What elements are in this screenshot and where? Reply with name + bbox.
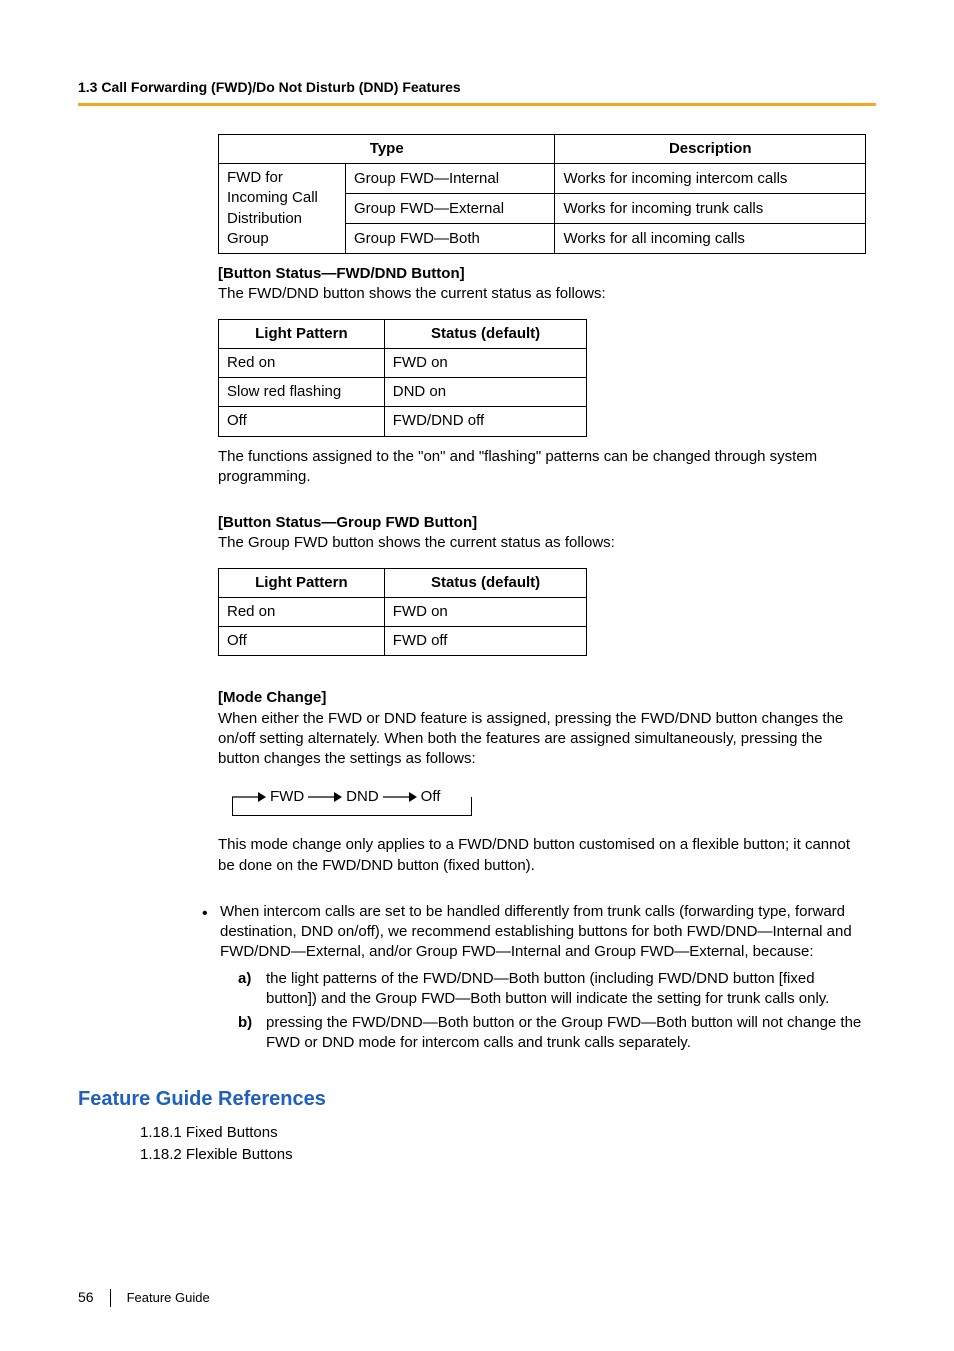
reference-item: 1.18.1 Fixed Buttons — [140, 1123, 876, 1143]
bullet-text: When intercom calls are set to be handle… — [220, 902, 866, 963]
col-status: Status (default) — [384, 568, 587, 597]
cell-status: FWD on — [384, 348, 587, 377]
cell-status: FWD off — [384, 627, 587, 656]
sub-text: pressing the FWD/DND—Both button or the … — [266, 1013, 866, 1054]
mode-change-diagram: FWD DND Off — [232, 777, 472, 817]
cell-desc: Works for all incoming calls — [555, 224, 866, 254]
col-light-pattern: Light Pattern — [219, 568, 385, 597]
subheading-group-fwd: [Button Status—Group FWD Button] — [218, 513, 866, 533]
references-list: 1.18.1 Fixed Buttons 1.18.2 Flexible But… — [78, 1123, 876, 1166]
cell-type: Group FWD—Both — [346, 224, 555, 254]
col-status: Status (default) — [384, 319, 587, 348]
sub-item-b: b) pressing the FWD/DND—Both button or t… — [238, 1013, 866, 1054]
page-footer: 56 Feature Guide — [78, 1288, 210, 1307]
cell-status: FWD on — [384, 597, 587, 626]
intro-fwd-dnd: The FWD/DND button shows the current sta… — [218, 284, 866, 304]
footer-divider — [110, 1289, 111, 1307]
intro-group-fwd: The Group FWD button shows the current s… — [218, 533, 866, 553]
col-light-pattern: Light Pattern — [219, 319, 385, 348]
col-description: Description — [555, 134, 866, 163]
sub-text: the light patterns of the FWD/DND—Both b… — [266, 969, 866, 1010]
col-type: Type — [219, 134, 555, 163]
table-row: Red on FWD on — [219, 348, 587, 377]
table-row: FWD for Incoming Call Distribution Group… — [219, 164, 866, 194]
table-row: Off FWD/DND off — [219, 407, 587, 436]
references-heading: Feature Guide References — [78, 1086, 876, 1113]
sub-item-a: a) the light patterns of the FWD/DND—Bot… — [238, 969, 866, 1010]
cell-pattern: Off — [219, 627, 385, 656]
fwd-type-table: Type Description FWD for Incoming Call D… — [218, 134, 866, 254]
cell-pattern: Slow red flashing — [219, 378, 385, 407]
subheading-fwd-dnd: [Button Status—FWD/DND Button] — [218, 264, 866, 284]
cell-type: Group FWD—Internal — [346, 164, 555, 194]
table-row: Off FWD off — [219, 627, 587, 656]
reference-item: 1.18.2 Flexible Buttons — [140, 1145, 876, 1165]
section-title: 1.3 Call Forwarding (FWD)/Do Not Disturb… — [78, 78, 876, 103]
mode-change-p1: When either the FWD or DND feature is as… — [218, 709, 866, 770]
cell-desc: Works for incoming trunk calls — [555, 194, 866, 224]
cell-status: FWD/DND off — [384, 407, 587, 436]
table-row: Slow red flashing DND on — [219, 378, 587, 407]
mode-change-p2: This mode change only applies to a FWD/D… — [218, 835, 866, 876]
page-number: 56 — [78, 1288, 94, 1307]
sub-list: a) the light patterns of the FWD/DND—Bot… — [220, 969, 866, 1054]
footer-label: Feature Guide — [127, 1289, 210, 1307]
sub-marker: b) — [238, 1013, 266, 1054]
subheading-mode-change: [Mode Change] — [218, 688, 866, 708]
content-area: Type Description FWD for Incoming Call D… — [218, 134, 866, 1058]
cell-desc: Works for incoming intercom calls — [555, 164, 866, 194]
mode-loop-line — [232, 797, 472, 816]
row-group-label: FWD for Incoming Call Distribution Group — [219, 164, 346, 254]
bullet-icon: • — [202, 902, 220, 1058]
sub-marker: a) — [238, 969, 266, 1010]
table-row: Red on FWD on — [219, 597, 587, 626]
cell-type: Group FWD—External — [346, 194, 555, 224]
cell-pattern: Off — [219, 407, 385, 436]
fwd-dnd-footnote: The functions assigned to the "on" and "… — [218, 447, 866, 488]
group-fwd-status-table: Light Pattern Status (default) Red on FW… — [218, 568, 587, 657]
cell-pattern: Red on — [219, 597, 385, 626]
cell-status: DND on — [384, 378, 587, 407]
recommendation-bullet: • When intercom calls are set to be hand… — [202, 902, 866, 1058]
page: 1.3 Call Forwarding (FWD)/Do Not Disturb… — [0, 0, 954, 1351]
accent-bar — [78, 103, 876, 106]
fwd-dnd-status-table: Light Pattern Status (default) Red on FW… — [218, 319, 587, 437]
cell-pattern: Red on — [219, 348, 385, 377]
